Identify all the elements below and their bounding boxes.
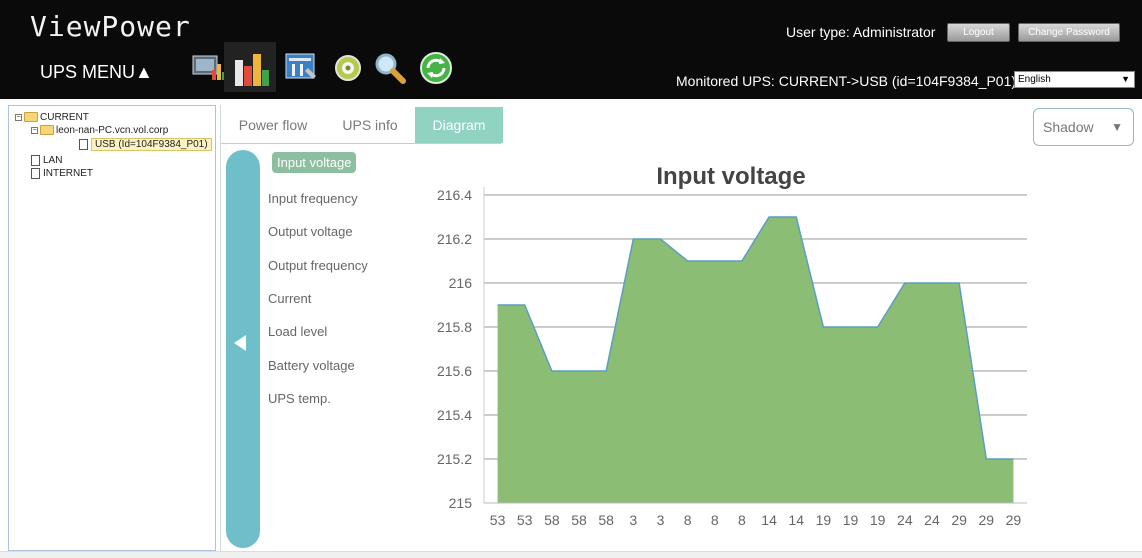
folder-icon (40, 125, 54, 136)
y-tick-label: 215 (449, 495, 473, 511)
tree-label-current: CURRENT (40, 112, 89, 123)
tab-diagram[interactable]: Diagram (415, 107, 503, 143)
monitor-chart-icon[interactable] (190, 50, 226, 86)
tree-node-usb[interactable]: USB (Id=104F9384_P01) (79, 138, 212, 152)
change-password-button[interactable]: Change Password (1018, 23, 1120, 42)
chart-container: Input voltage 215 215.2 215.4 215.6 215.8 216 2… (401, 150, 1142, 540)
monitored-ups-label: Monitored UPS: CURRENT->USB (id=104F9384… (676, 73, 1017, 89)
x-tick-label: 24 (897, 512, 913, 528)
x-tick-label: 19 (843, 512, 859, 528)
chevron-down-icon: ▼ (1111, 120, 1123, 134)
tree-node-lan[interactable]: LAN (31, 155, 62, 167)
x-tick-label: 58 (598, 512, 614, 528)
y-tick-label: 215.2 (437, 451, 472, 467)
x-tick-label: 29 (978, 512, 994, 528)
x-tick-label: 14 (761, 512, 777, 528)
config-icon[interactable] (284, 50, 320, 86)
x-tick-label: 8 (738, 512, 746, 528)
y-tick-label: 215.6 (437, 363, 472, 379)
folder-icon (24, 112, 38, 123)
x-tick-label: 58 (544, 512, 560, 528)
chevron-down-icon: ▼ (1121, 74, 1130, 84)
chart-title: Input voltage (656, 163, 805, 190)
app-logo: ViewPower (30, 10, 191, 43)
metric-input-frequency[interactable]: Input frequency (268, 191, 358, 206)
chevron-left-icon (234, 335, 246, 351)
device-tree: − CURRENT − leon-nan-PC.vcn.vol.corp USB (… (8, 105, 216, 551)
x-tick-label: 3 (629, 512, 637, 528)
x-tick-label: 29 (1006, 512, 1022, 528)
file-icon (31, 168, 40, 179)
language-select[interactable]: English ▼ (1014, 71, 1135, 88)
language-value: English (1018, 74, 1051, 85)
tab-power-flow[interactable]: Power flow (221, 107, 325, 143)
x-tick-label: 58 (571, 512, 587, 528)
y-tick-label: 215.4 (437, 407, 472, 423)
y-tick-label: 216.4 (437, 187, 472, 203)
search-icon[interactable] (372, 50, 408, 86)
tab-ups-info[interactable]: UPS info (325, 107, 415, 143)
tab-underline (221, 143, 501, 144)
y-tick-label: 216 (449, 275, 473, 291)
x-tick-label: 53 (490, 512, 506, 528)
refresh-icon[interactable] (418, 50, 454, 86)
app-header: ViewPower UPS MENU▲ User type: Administr… (0, 0, 1142, 99)
tree-node-internet[interactable]: INTERNET (31, 168, 93, 180)
x-tick-label: 14 (788, 512, 804, 528)
file-icon (31, 155, 40, 166)
x-tick-label: 8 (684, 512, 692, 528)
logout-button[interactable]: Logout (947, 23, 1010, 42)
cd-icon[interactable] (330, 50, 366, 86)
x-tick-label: 3 (657, 512, 665, 528)
collapse-icon[interactable]: − (31, 126, 38, 134)
ups-menu-toggle[interactable]: UPS MENU▲ (40, 62, 153, 83)
y-tick-label: 215.8 (437, 319, 472, 335)
bar-chart-icon[interactable] (232, 50, 270, 88)
tree-label-usb: USB (Id=104F9384_P01) (91, 138, 212, 152)
view-style-select[interactable]: Shadow ▼ (1033, 108, 1134, 146)
tree-label-internet: INTERNET (43, 168, 93, 180)
metric-input-voltage[interactable]: Input voltage (272, 152, 357, 173)
file-icon (79, 139, 88, 150)
horizontal-scrollbar[interactable] (0, 551, 1142, 558)
x-tick-label: 8 (711, 512, 719, 528)
tree-node-host[interactable]: − leon-nan-PC.vcn.vol.corp (31, 125, 168, 137)
x-tick-label: 29 (951, 512, 967, 528)
metric-battery-voltage[interactable]: Battery voltage (268, 358, 355, 373)
x-tick-label: 19 (870, 512, 886, 528)
user-type-label: User type: Administrator (786, 24, 936, 40)
metric-load-level[interactable]: Load level (268, 324, 327, 339)
metric-output-voltage[interactable]: Output voltage (268, 224, 353, 239)
input-voltage-chart: Input voltage 215 215.2 215.4 215.6 215.8 216 2… (437, 163, 1027, 528)
tree-label-host: leon-nan-PC.vcn.vol.corp (56, 125, 169, 136)
main-panel: Power flow UPS info Diagram Shadow ▼ Inp… (220, 105, 1136, 551)
metric-ups-temp[interactable]: UPS temp. (268, 391, 331, 406)
tree-node-current[interactable]: − CURRENT (15, 112, 89, 124)
view-style-value: Shadow (1043, 119, 1094, 135)
y-tick-label: 216.2 (437, 231, 472, 247)
collapse-sidebar-button[interactable] (226, 150, 260, 548)
metric-output-frequency[interactable]: Output frequency (268, 258, 368, 273)
metric-current[interactable]: Current (268, 291, 311, 306)
x-tick-label: 24 (924, 512, 940, 528)
tree-label-lan: LAN (43, 155, 63, 167)
collapse-icon[interactable]: − (15, 113, 22, 121)
x-tick-label: 19 (816, 512, 832, 528)
x-tick-label: 53 (517, 512, 533, 528)
area-series-fill (497, 217, 1014, 503)
